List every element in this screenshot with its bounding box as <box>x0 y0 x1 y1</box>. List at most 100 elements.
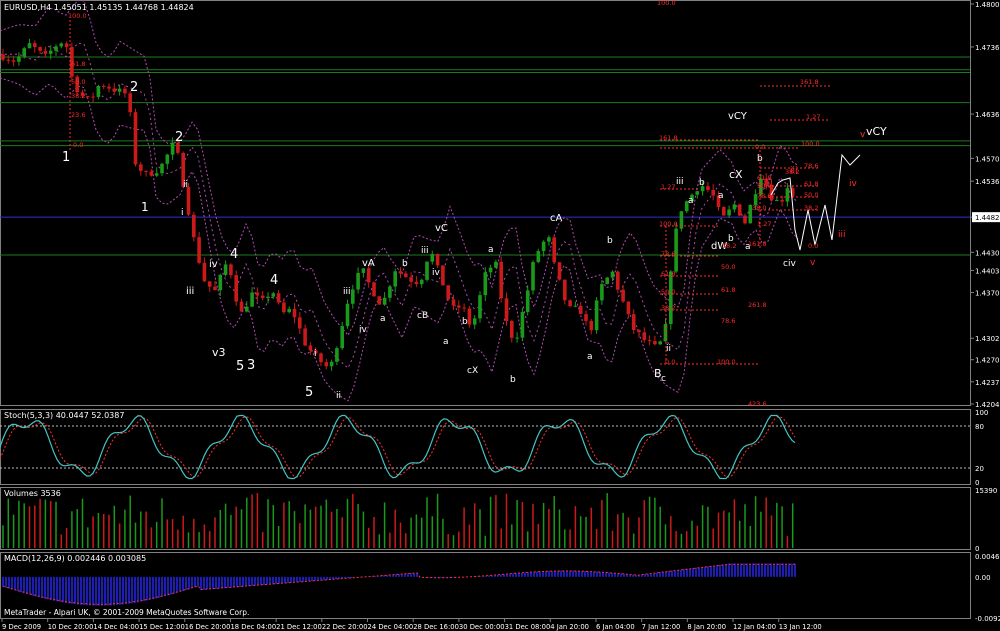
candle-body <box>483 272 488 296</box>
fib-label: 38.2 <box>71 92 85 100</box>
metatrader-chart[interactable]: 10080200 153900 0.004690.00-0.00925 1.48… <box>0 0 1000 631</box>
candle-body <box>308 345 313 351</box>
fib-label: 50.0 <box>804 191 818 199</box>
stoch-axis-label: 0 <box>975 479 979 487</box>
candle-body <box>536 251 541 263</box>
macd-title: MACD(12,26,9) 0.002446 0.003085 <box>4 554 146 563</box>
wave-label: vCY <box>728 111 748 122</box>
candle-body <box>276 293 281 303</box>
fib-label: 61.8 <box>804 180 818 188</box>
wave-label: a <box>380 314 386 324</box>
candle-body <box>207 281 212 287</box>
wave-label: c <box>661 374 666 384</box>
candle-body <box>499 261 503 299</box>
wave-label: b <box>607 236 613 246</box>
candle-body <box>722 206 726 216</box>
fib-label: 61.8 <box>661 270 675 278</box>
candle-body <box>266 296 270 299</box>
candle-body <box>441 265 445 286</box>
candle-body <box>780 200 784 202</box>
candle-body <box>494 261 498 268</box>
wave-label: iv <box>849 179 858 189</box>
candle-body <box>250 292 254 307</box>
volumes-title: Volumes 3536 <box>4 489 61 498</box>
candle-body <box>425 261 429 280</box>
fib-label: 38.2 <box>804 204 818 212</box>
wave-label: iii <box>676 177 684 187</box>
wave-label: v <box>860 130 866 140</box>
candle-body <box>345 303 350 327</box>
candle-body <box>54 46 58 51</box>
stoch-axis-label: 80 <box>975 423 984 431</box>
wave-label: b <box>757 154 763 164</box>
fib-label: 1.27 <box>661 183 675 191</box>
volume-axis-label: 0 <box>975 545 979 553</box>
wave-label: a <box>718 191 724 201</box>
candle-body <box>711 189 715 196</box>
candle-body <box>107 86 111 89</box>
candle-body <box>393 271 397 287</box>
candle-body <box>239 301 244 312</box>
wave-label: i <box>314 349 317 359</box>
wave-label: vA <box>362 258 375 269</box>
candle-body <box>22 48 26 57</box>
fib-label: 100.0 <box>68 12 87 20</box>
candle-body <box>170 142 175 155</box>
candle-body <box>557 262 562 280</box>
candle-body <box>488 267 493 273</box>
fib-label: 1.27 <box>757 220 771 228</box>
candle-body <box>356 272 360 290</box>
time-label: 18 Dec 04:00 <box>230 623 276 631</box>
fib-label: 61.8 <box>71 60 85 68</box>
candle-body <box>287 308 291 313</box>
candle-body <box>38 47 42 51</box>
candle-body <box>197 237 201 263</box>
candle-body <box>160 163 164 174</box>
fib-label: 50.0 <box>661 288 675 296</box>
wave-label: 2 <box>175 130 183 145</box>
candle-body <box>43 50 48 54</box>
fib-label: 38.2 <box>785 168 799 176</box>
candle-body <box>6 59 11 61</box>
wave-label: a <box>488 245 494 255</box>
wave-label: 1 <box>141 200 149 214</box>
wave-label: 4 <box>230 247 238 262</box>
time-label: 24 Dec 04:00 <box>368 623 414 631</box>
candle-body <box>303 328 307 346</box>
candle-body <box>732 204 737 210</box>
candle-body <box>504 298 509 322</box>
candle-body <box>1 54 5 60</box>
wave-label: b <box>462 317 468 327</box>
candle-body <box>515 337 519 339</box>
wave-label: ii <box>666 344 671 354</box>
candle-body <box>117 88 122 92</box>
fib-label: 50.0 <box>71 78 85 86</box>
candle-body <box>621 289 625 302</box>
time-label: 31 Dec 08:00 <box>505 623 551 631</box>
candle-body <box>552 237 556 263</box>
candle-body <box>398 271 403 274</box>
candle-body <box>435 253 440 266</box>
price-label: 1.42700 <box>975 357 1000 365</box>
candle-body <box>298 317 302 329</box>
candle-body <box>192 214 196 238</box>
fib-label: 261.8 <box>748 301 767 309</box>
candle-body <box>743 215 747 224</box>
candle-body <box>547 237 551 242</box>
candle-body <box>637 329 641 333</box>
fib-label: 78.6 <box>661 250 675 258</box>
price-label: 1.48000 <box>975 1 1000 9</box>
candle-body <box>48 50 53 54</box>
candle-body <box>112 88 117 92</box>
wave-label: iii <box>421 246 429 256</box>
fib-label: 38.2 <box>722 242 736 250</box>
time-label: 8 Jan 20:00 <box>687 623 726 631</box>
stoch-axis-label: 100 <box>975 409 988 417</box>
fib-label: 61.8 <box>721 286 735 294</box>
time-label: 6 Jan 04:00 <box>596 623 635 631</box>
candle-body <box>642 332 647 341</box>
candle-body <box>59 43 64 47</box>
price-label: 1.44030 <box>975 267 1000 275</box>
wave-label: iv <box>209 259 218 270</box>
wave-label: vC <box>435 223 448 234</box>
